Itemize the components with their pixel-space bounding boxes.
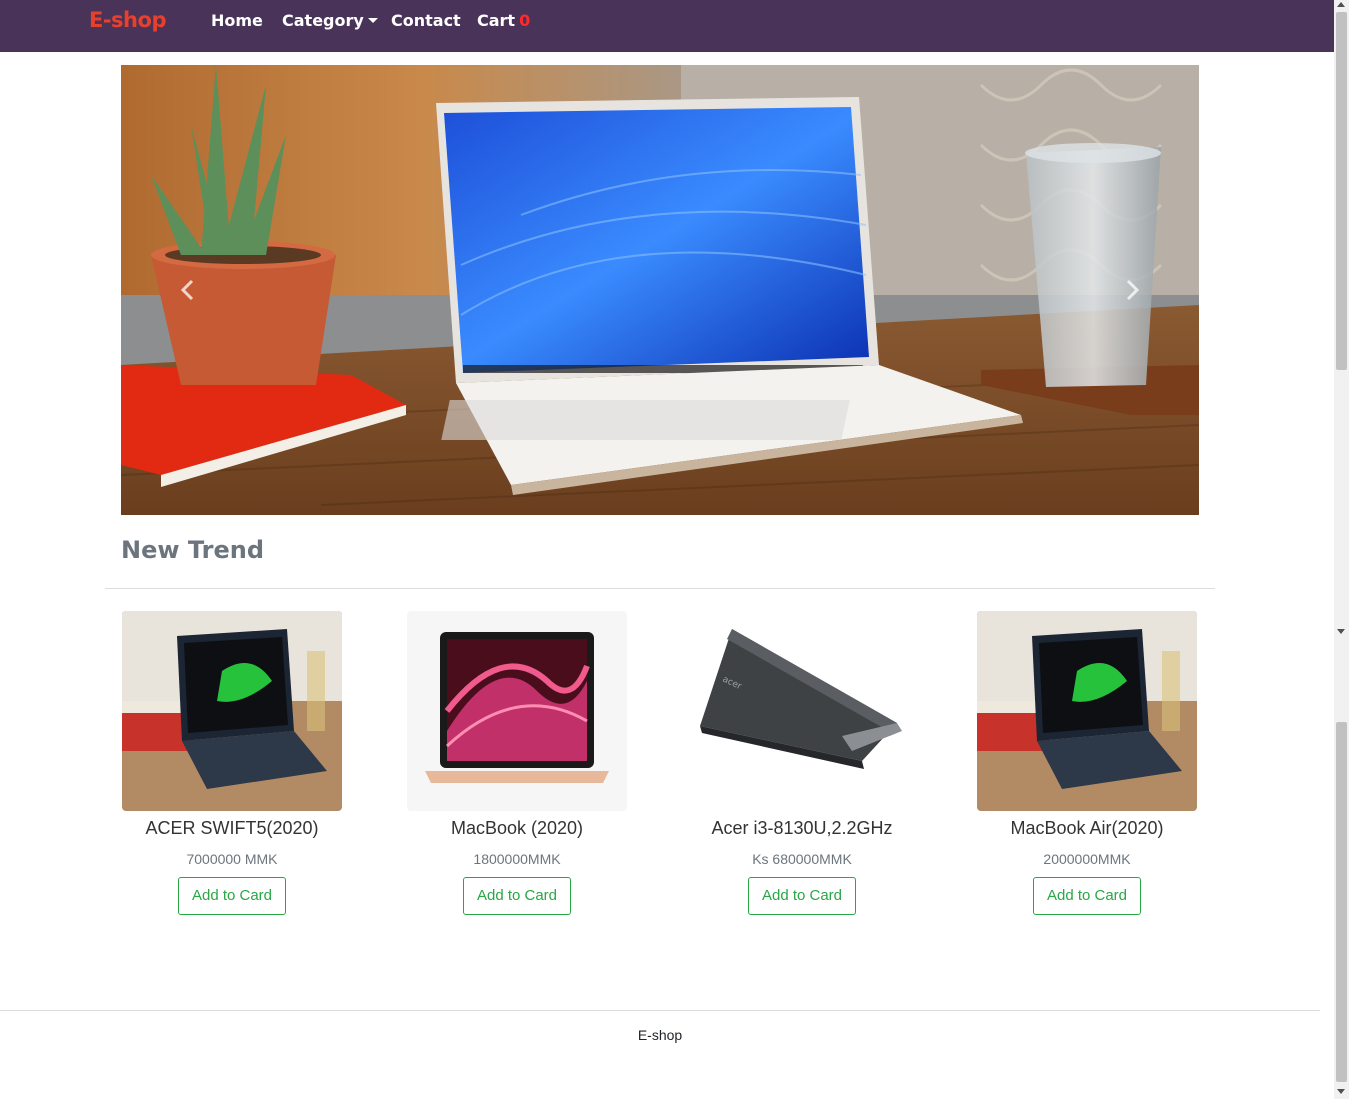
product-image[interactable]: acer bbox=[692, 611, 912, 811]
product-card: ACER SWIFT5(2020) 7000000 MMK Add to Car… bbox=[122, 611, 342, 915]
add-to-cart-button[interactable]: Add to Card bbox=[463, 877, 571, 915]
footer-text: E-shop bbox=[637, 1027, 683, 1043]
carousel-prev-button[interactable] bbox=[173, 275, 203, 305]
nav-home[interactable]: Home bbox=[211, 11, 263, 30]
product-card: MacBook Air(2020) 2000000MMK Add to Card bbox=[977, 611, 1197, 915]
brand-logo[interactable]: E-shop bbox=[89, 8, 166, 32]
footer-divider bbox=[0, 1010, 1320, 1011]
page-scrollbar[interactable] bbox=[1334, 0, 1349, 1099]
nav-cart-label: Cart bbox=[477, 11, 516, 30]
hero-laptop-image bbox=[121, 65, 1199, 515]
caret-down-icon bbox=[367, 18, 378, 23]
nav-category-dropdown[interactable]: Category bbox=[282, 11, 378, 30]
nav-cart[interactable]: Cart 0 bbox=[477, 11, 530, 30]
cart-count-badge: 0 bbox=[519, 11, 531, 30]
product-name: MacBook (2020) bbox=[450, 818, 584, 838]
add-to-cart-button[interactable]: Add to Card bbox=[1033, 877, 1141, 915]
carousel-next-button[interactable] bbox=[1117, 275, 1147, 305]
nav-category-label: Category bbox=[282, 11, 364, 30]
navbar: E-shop Home Category Contact Cart 0 bbox=[0, 0, 1334, 52]
section-divider bbox=[105, 588, 1215, 589]
product-price: Ks 680000MMK bbox=[752, 851, 852, 867]
add-to-cart-button[interactable]: Add to Card bbox=[748, 877, 856, 915]
scroll-down-arrow-icon-bottom[interactable] bbox=[1337, 1089, 1345, 1094]
hero-carousel bbox=[121, 65, 1199, 515]
scroll-track-lower[interactable] bbox=[1336, 722, 1347, 1082]
product-name: MacBook Air(2020) bbox=[1010, 818, 1164, 838]
chevron-right-icon bbox=[1126, 279, 1140, 301]
product-image[interactable] bbox=[122, 611, 342, 811]
product-price: 1800000MMK bbox=[473, 851, 561, 867]
section-title: New Trend bbox=[121, 536, 265, 564]
product-name: Acer i3-8130U,2.2GHz bbox=[711, 818, 893, 838]
add-to-cart-button[interactable]: Add to Card bbox=[178, 877, 286, 915]
product-price: 7000000 MMK bbox=[186, 851, 278, 867]
product-card: MacBook (2020) 1800000MMK Add to Card bbox=[407, 611, 627, 915]
scroll-thumb[interactable] bbox=[1336, 12, 1347, 370]
product-price: 2000000MMK bbox=[1043, 851, 1131, 867]
scroll-down-arrow-icon[interactable] bbox=[1337, 629, 1345, 634]
product-name: ACER SWIFT5(2020) bbox=[145, 818, 319, 838]
chevron-left-icon bbox=[180, 279, 194, 301]
product-card: acer Acer i3-8130U,2.2GHz Ks 680000MMK A… bbox=[692, 611, 912, 915]
product-image[interactable] bbox=[977, 611, 1197, 811]
product-image[interactable] bbox=[407, 611, 627, 811]
nav-contact[interactable]: Contact bbox=[391, 11, 461, 30]
scroll-up-arrow-icon[interactable] bbox=[1337, 2, 1345, 7]
